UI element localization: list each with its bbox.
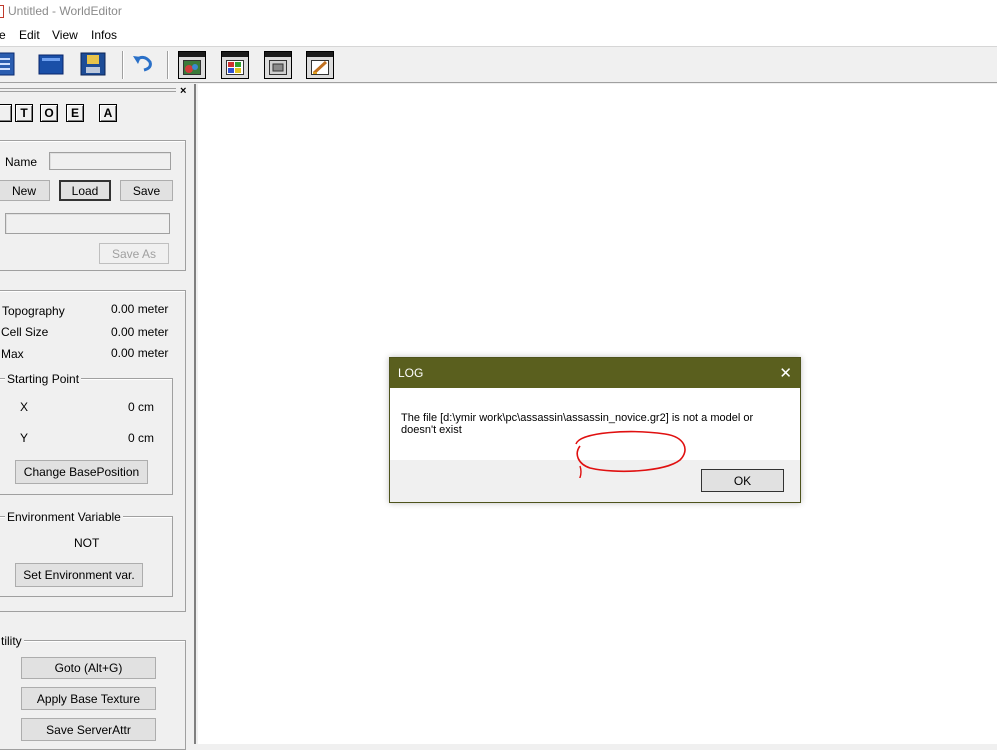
- environment-title: Environment Variable: [5, 510, 123, 524]
- menu-bar: e Edit View Infos: [0, 24, 997, 46]
- texture-window-icon[interactable]: [221, 51, 249, 79]
- menu-view[interactable]: View: [52, 28, 78, 42]
- new-doc-icon[interactable]: [0, 52, 20, 78]
- tab-o[interactable]: O: [40, 104, 58, 122]
- menu-infos[interactable]: Infos: [91, 28, 117, 42]
- ok-button[interactable]: OK: [701, 469, 784, 492]
- starting-point-title: Starting Point: [5, 372, 82, 386]
- topography-value: 0.00 meter: [111, 302, 169, 316]
- brush-window-icon[interactable]: [306, 51, 334, 79]
- x-value: 0 cm: [128, 400, 155, 414]
- cell-size-value: 0.00 meter: [111, 325, 169, 339]
- y-label: Y: [20, 431, 29, 445]
- tab-t[interactable]: T: [15, 104, 33, 122]
- cell-size-label: Cell Size: [1, 325, 49, 339]
- save-disk-icon[interactable]: [80, 52, 106, 78]
- set-environment-button[interactable]: Set Environment var.: [15, 563, 143, 587]
- utility-title: tility: [0, 634, 24, 648]
- goto-button[interactable]: Goto (Alt+G): [21, 657, 156, 679]
- max-label: Max: [1, 347, 24, 361]
- name-label: Name: [5, 155, 38, 169]
- object-window-icon[interactable]: [178, 51, 206, 79]
- dialog-body: The file [d:\ymir work\pc\assassin\assas…: [390, 388, 800, 478]
- dialog-title-bar[interactable]: LOG ✕: [390, 358, 800, 388]
- tab-e[interactable]: E: [66, 104, 84, 122]
- undo-icon[interactable]: [130, 52, 156, 78]
- change-base-position-button[interactable]: Change BasePosition: [15, 460, 148, 484]
- dialog-message-line1: The file [d:\ymir work\pc\assassin\assas…: [401, 412, 754, 424]
- environment-value: NOT: [74, 536, 100, 550]
- x-label: X: [20, 400, 29, 414]
- panel-close-icon[interactable]: ×: [180, 85, 186, 97]
- panel-grip[interactable]: [0, 91, 176, 92]
- menu-edit[interactable]: Edit: [19, 28, 40, 42]
- save-server-attr-button[interactable]: Save ServerAttr: [21, 718, 156, 741]
- map-window-icon[interactable]: [264, 51, 292, 79]
- close-icon[interactable]: ✕: [779, 364, 792, 382]
- y-value: 0 cm: [128, 431, 155, 445]
- open-folder-icon[interactable]: [38, 52, 64, 78]
- red-annotation-circle: [575, 430, 686, 478]
- new-button[interactable]: New: [0, 180, 50, 201]
- load-button[interactable]: Load: [59, 180, 111, 201]
- toolbar-separator: [122, 51, 124, 79]
- log-dialog: LOG ✕ The file [d:\ymir work\pc\assassin…: [389, 357, 801, 503]
- tab-a[interactable]: A: [99, 104, 117, 122]
- title-bar: Untitled - WorldEditor: [0, 0, 997, 24]
- dialog-message-line2: doesn't exist: [401, 424, 462, 436]
- max-value: 0.00 meter: [111, 346, 169, 360]
- name-field[interactable]: [49, 152, 171, 170]
- topography-label: Topography: [2, 304, 65, 318]
- app-icon: [0, 5, 4, 18]
- toolbar: [0, 46, 997, 83]
- path-field[interactable]: [5, 213, 170, 234]
- apply-base-texture-button[interactable]: Apply Base Texture: [21, 687, 156, 710]
- window-title: Untitled - WorldEditor: [8, 4, 122, 18]
- save-button[interactable]: Save: [120, 180, 173, 201]
- tab-first[interactable]: [0, 104, 12, 122]
- menu-file[interactable]: e: [0, 28, 6, 42]
- panel-grip[interactable]: [0, 88, 176, 89]
- save-as-button: Save As: [99, 243, 169, 264]
- toolbar-separator: [167, 51, 169, 79]
- dialog-title: LOG: [398, 366, 424, 380]
